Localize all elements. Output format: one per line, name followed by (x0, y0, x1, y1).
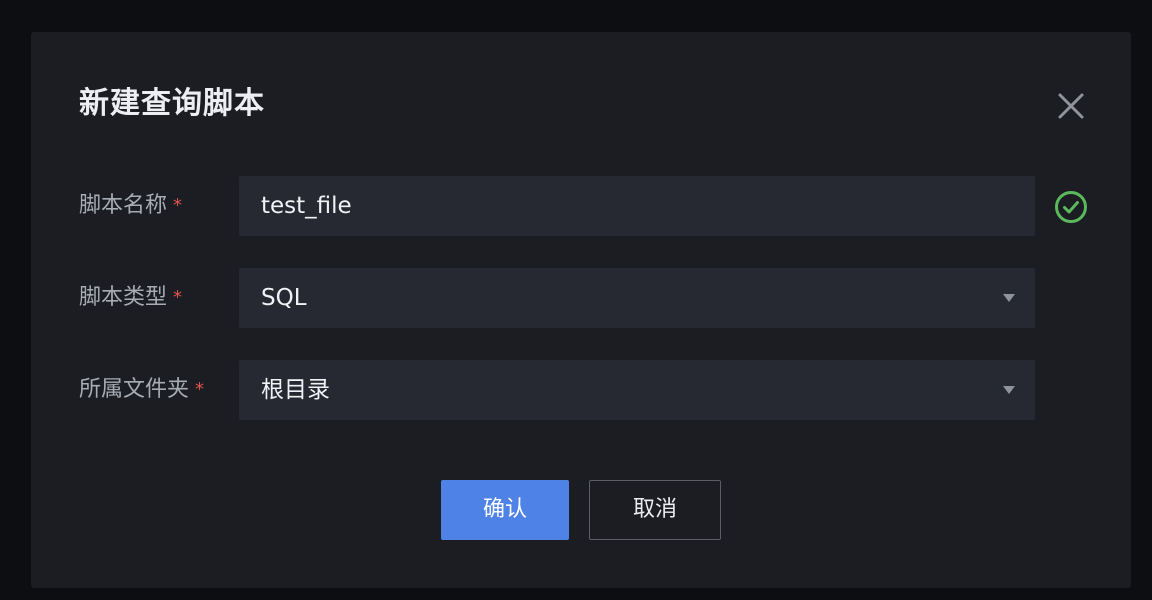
close-icon (1058, 93, 1084, 119)
chevron-down-icon (1003, 386, 1015, 394)
new-query-script-dialog: 新建查询脚本 脚本名称* 脚本类型* SQL 所属文件夹* (31, 32, 1131, 588)
check-circle-icon (1055, 191, 1087, 223)
dialog-title: 新建查询脚本 (79, 86, 265, 121)
cancel-button[interactable]: 取消 (589, 480, 721, 540)
folder-select[interactable]: 根目录 (239, 360, 1035, 420)
script-type-select[interactable]: SQL (239, 268, 1035, 328)
script-name-label: 脚本名称 * (79, 193, 183, 218)
form-row-script-type: 脚本类型 * SQL (79, 268, 1089, 328)
close-button[interactable] (1055, 90, 1087, 122)
confirm-button[interactable]: 确认 (441, 480, 569, 540)
script-name-input[interactable] (239, 176, 1035, 236)
required-mark: * (173, 195, 183, 216)
script-type-label: 脚本类型 * (79, 285, 183, 310)
required-mark: * (173, 287, 183, 308)
chevron-down-icon (1003, 294, 1015, 302)
required-mark: * (195, 379, 205, 400)
form-row-folder: 所属文件夹 * 根目录 (79, 360, 1089, 420)
script-name-field[interactable] (239, 176, 1035, 236)
script-type-selected-value: SQL (261, 285, 307, 311)
folder-selected-value: 根目录 (261, 377, 330, 403)
form-row-script-name: 脚本名称 * (79, 176, 1089, 236)
folder-label: 所属文件夹 * (79, 377, 205, 402)
